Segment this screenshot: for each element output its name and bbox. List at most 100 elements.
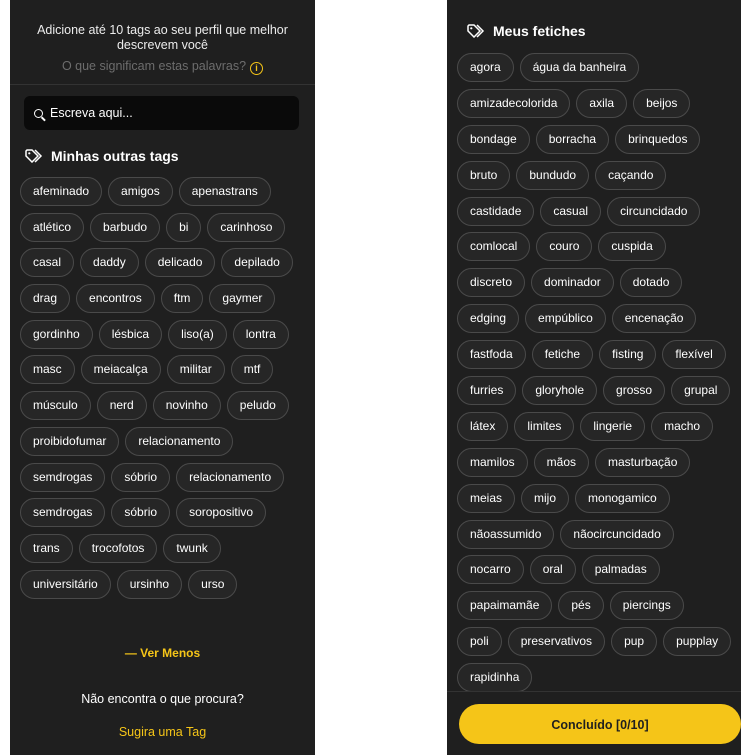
tag-chip[interactable]: nãocircuncidado (560, 519, 674, 549)
tag-chip[interactable]: amigos (108, 177, 173, 206)
tag-chip[interactable]: soropositivo (176, 498, 267, 528)
tag-chip[interactable]: fetiche (531, 340, 594, 370)
tag-chip[interactable]: urso (188, 569, 238, 599)
tag-chip[interactable]: edging (457, 304, 520, 334)
tag-chip[interactable]: nocarro (457, 555, 524, 585)
tag-chip[interactable]: axila (576, 88, 628, 118)
search-box[interactable] (24, 96, 299, 130)
suggest-tag-link[interactable]: Sugira uma Tag (10, 725, 315, 739)
tag-chip[interactable]: beijos (633, 88, 691, 118)
ver-menos-link[interactable]: — Ver Menos (10, 646, 315, 660)
tag-chip[interactable]: caçando (595, 160, 667, 190)
tag-chip[interactable]: masc (20, 355, 75, 385)
tag-chip[interactable]: bundudo (516, 160, 590, 190)
tag-chip[interactable]: depilado (221, 248, 293, 278)
tag-chip[interactable]: pupplay (663, 627, 732, 657)
tag-chip[interactable]: semdrogas (20, 462, 106, 492)
tag-chip[interactable]: cuspida (598, 232, 666, 262)
tag-chip[interactable]: oral (529, 555, 576, 585)
meaning-link[interactable]: O que significam estas palavras? i (10, 59, 315, 75)
tag-chip[interactable]: fisting (599, 340, 657, 370)
tag-chip[interactable]: pup (611, 627, 658, 657)
done-button[interactable]: Concluído [0/10] (459, 704, 741, 744)
tag-chip[interactable]: gloryhole (522, 376, 598, 406)
tag-chip[interactable]: semdrogas (20, 498, 106, 528)
tag-chip[interactable]: daddy (80, 248, 139, 278)
tag-chip[interactable]: atlético (20, 212, 85, 242)
tag-chip[interactable]: amizadecolorida (457, 88, 571, 118)
tag-chip[interactable]: preservativos (507, 627, 606, 657)
tag-chip[interactable]: casual (540, 196, 602, 226)
tag-chip[interactable]: ursinho (116, 569, 183, 599)
tag-chip[interactable]: fastfoda (457, 340, 526, 370)
tag-chip[interactable]: carinhoso (207, 212, 286, 242)
tag-chip[interactable]: casal (20, 248, 75, 278)
tag-chip[interactable]: papaimamãe (457, 591, 553, 621)
tag-chip[interactable]: flexível (662, 340, 726, 370)
tag-chip[interactable]: limites (514, 411, 575, 441)
tag-chip[interactable]: bondage (457, 124, 530, 154)
tag-chip[interactable]: rapidinha (457, 663, 533, 693)
tag-chip[interactable]: lingerie (580, 411, 646, 441)
tag-chip[interactable]: gordinho (20, 319, 93, 349)
search-input[interactable] (50, 106, 280, 120)
tag-chip[interactable]: novinho (152, 391, 221, 421)
tag-chip[interactable]: liso(a) (168, 319, 227, 349)
tag-chip[interactable]: sóbrio (111, 498, 171, 528)
tag-chip[interactable]: lontra (232, 319, 289, 349)
tag-chip[interactable]: gaymer (209, 284, 276, 314)
info-icon[interactable]: i (250, 62, 264, 75)
tag-chip[interactable]: proibidofumar (20, 426, 120, 456)
tag-chip[interactable]: comlocal (457, 232, 531, 262)
tag-chip[interactable]: mamilos (457, 447, 528, 477)
tag-chip[interactable]: bruto (457, 160, 511, 190)
tag-chip[interactable]: água da banheira (519, 53, 640, 82)
tag-chip[interactable]: barbudo (90, 212, 161, 242)
tag-chip[interactable]: discreto (457, 268, 526, 298)
tag-chip[interactable]: dominador (531, 268, 614, 298)
tag-chip[interactable]: afeminado (20, 177, 103, 206)
tag-chip[interactable]: castidade (457, 196, 535, 226)
tag-chip[interactable]: peludo (226, 391, 289, 421)
tag-chip[interactable]: encontros (76, 284, 155, 314)
tag-chip[interactable]: bi (166, 212, 202, 242)
tag-chip[interactable]: macho (651, 411, 714, 441)
tag-chip[interactable]: twunk (163, 533, 221, 563)
tag-chip[interactable]: mijo (521, 483, 570, 513)
tag-chip[interactable]: trans (20, 533, 73, 563)
tag-chip[interactable]: delicado (144, 248, 216, 278)
tag-chip[interactable]: piercings (609, 591, 684, 621)
tag-chip[interactable]: relacionamento (125, 426, 234, 456)
tag-chip[interactable]: palmadas (581, 555, 660, 585)
tag-chip[interactable]: monogamico (575, 483, 670, 513)
tag-chip[interactable]: relacionamento (176, 462, 285, 492)
tag-chip[interactable]: brinquedos (615, 124, 701, 154)
tag-chip[interactable]: encenação (611, 304, 697, 334)
tag-chip[interactable]: apenastrans (178, 177, 271, 206)
tag-chip[interactable]: grosso (603, 376, 666, 406)
tag-chip[interactable]: furries (457, 376, 517, 406)
tag-chip[interactable]: mtf (230, 355, 274, 385)
tag-chip[interactable]: meias (457, 483, 516, 513)
tag-chip[interactable]: látex (457, 411, 509, 441)
tag-chip[interactable]: drag (20, 284, 71, 314)
tag-chip[interactable]: pés (558, 591, 604, 621)
tag-chip[interactable]: músculo (20, 391, 91, 421)
tag-chip[interactable]: nãoassumido (457, 519, 555, 549)
tag-chip[interactable]: grupal (671, 376, 731, 406)
tag-chip[interactable]: nerd (96, 391, 147, 421)
tag-chip[interactable]: lésbica (98, 319, 163, 349)
tag-chip[interactable]: masturbação (595, 447, 691, 477)
tag-chip[interactable]: sóbrio (111, 462, 171, 492)
tag-chip[interactable]: couro (536, 232, 593, 262)
tag-chip[interactable]: universitário (20, 569, 111, 599)
tag-chip[interactable]: ftm (160, 284, 204, 314)
tag-chip[interactable]: empúblico (525, 304, 606, 334)
tag-chip[interactable]: borracha (535, 124, 610, 154)
tag-chip[interactable]: militar (166, 355, 225, 385)
tag-chip[interactable]: trocofotos (78, 533, 158, 563)
tag-chip[interactable]: mãos (533, 447, 590, 477)
tag-chip[interactable]: circuncidado (607, 196, 701, 226)
tag-chip[interactable]: poli (457, 627, 502, 657)
tag-chip[interactable]: dotado (619, 268, 683, 298)
